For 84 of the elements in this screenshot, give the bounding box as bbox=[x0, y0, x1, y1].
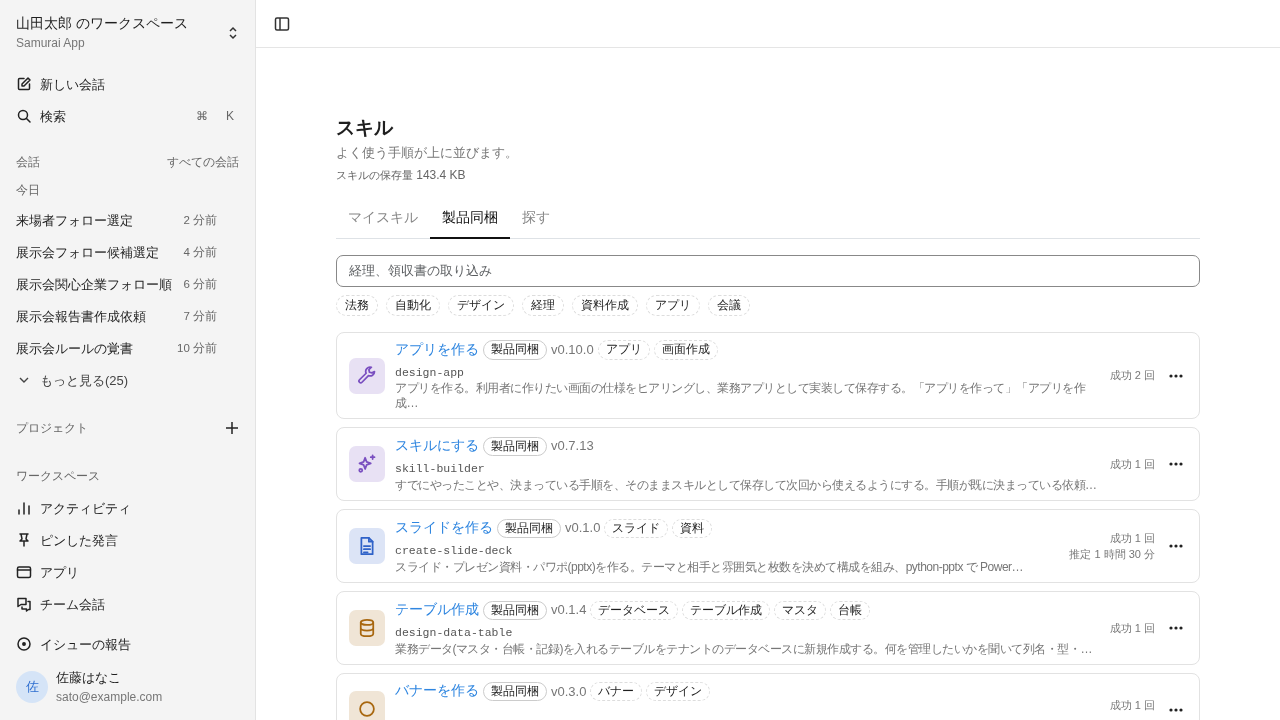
tab[interactable]: 製品同梱 bbox=[430, 200, 510, 239]
chat-bubbles-icon bbox=[16, 596, 32, 613]
pin-icon bbox=[16, 532, 32, 549]
skill-title[interactable]: バナーを作る bbox=[395, 681, 479, 702]
user-email: sato@example.com bbox=[56, 688, 163, 706]
skill-description: すでにやったことや、決まっている手順を、そのままスキルとして保存して次回から使えるようにする。手順が既に決まっている依頼… bbox=[395, 477, 1098, 493]
page-title: スキル bbox=[336, 116, 394, 140]
skill-title[interactable]: テーブル作成 bbox=[395, 600, 479, 621]
all-chats-link[interactable]: すべての会話 bbox=[167, 153, 239, 171]
usage-stat: 成功 2 回 bbox=[1109, 368, 1155, 384]
chat-item[interactable]: 展示会関心企業フォロー順 bbox=[16, 274, 176, 294]
chat-time: 6 分前 bbox=[183, 276, 217, 292]
user-name: 佐藤はなこ bbox=[56, 669, 122, 688]
version-label: v0.1.0 bbox=[565, 519, 601, 538]
filter-chip[interactable]: アプリ bbox=[646, 294, 700, 316]
chat-time: 10 分前 bbox=[177, 340, 217, 356]
skill-id: create-slide-deck bbox=[395, 543, 514, 560]
storage-value: 143.4 KB bbox=[416, 168, 466, 182]
usage-stat: 成功 1 回 bbox=[1108, 530, 1155, 546]
skill-id: skill-builder bbox=[395, 461, 486, 478]
page-subtitle: よく使う手順が上に並びます。 bbox=[336, 143, 519, 162]
filter-chip[interactable]: 法務 bbox=[336, 294, 378, 316]
search-icon bbox=[16, 108, 32, 125]
show-more-link[interactable]: もっと見る(25) bbox=[40, 370, 129, 390]
add-icon[interactable] bbox=[225, 421, 239, 436]
skill-card[interactable]: スキルにする 製品同梱 v0.7.13 skill-builder すでにやったことや、決まっている手順を、そのままスキルとして保存して次回から使えるようにする。手順が既に決まっている依頼… 成功 1 回 bbox=[336, 427, 1200, 502]
filter-chip[interactable]: 会議 bbox=[708, 294, 750, 316]
chat-item[interactable]: 展示会報告書作成依頼 bbox=[16, 306, 176, 326]
usage-stat: 成功 1 回 bbox=[1109, 698, 1155, 714]
shortcut-key: K bbox=[221, 107, 239, 126]
skill-id: design-app bbox=[395, 365, 465, 381]
version-label: v0.3.0 bbox=[551, 682, 587, 701]
edit-icon bbox=[16, 76, 32, 93]
nav-link[interactable]: チーム会話 bbox=[40, 594, 105, 614]
skill-card[interactable]: アプリを作る 製品同梱 v0.10.0 アプリ 画面作成 design-app アプリを作る。利用者に作りたい画面の仕様をヒアリングし、業務アプリとして実装して保存する。「アプリを作って」「アプリを作成… 成功 2 回 bbox=[336, 331, 1200, 420]
sidebar-toggle-icon[interactable] bbox=[274, 15, 290, 32]
filter-chip[interactable]: 資料作成 bbox=[572, 294, 638, 316]
skill-title[interactable]: アプリを作る bbox=[395, 339, 479, 360]
filter-chip[interactable]: 自動化 bbox=[386, 294, 440, 316]
skill-card[interactable]: テーブル作成 製品同梱 v0.1.4 データベース テーブル作成 マスタ 台帳 design-data-table 業務データ(マスタ・台帳・記録)を入れるテーブルをテナントのデータベースに新規作成する。何を管理したいかを聞いて列名・型・… 成功 1 回 bbox=[336, 591, 1200, 666]
section-heading: プロジェクト bbox=[16, 420, 88, 436]
workspace-subtitle: Samurai App bbox=[16, 35, 86, 53]
tab[interactable]: 探す bbox=[510, 200, 562, 239]
chat-time: 7 分前 bbox=[183, 308, 217, 324]
user-avatar: 佐 bbox=[16, 671, 48, 703]
search-field[interactable]: 経理、領収書の取り込み bbox=[336, 254, 1200, 287]
version-label: v0.1.4 bbox=[551, 601, 587, 620]
bar-chart-icon bbox=[16, 500, 32, 517]
tab[interactable]: マイスキル bbox=[336, 200, 430, 239]
group-label: 今日 bbox=[16, 182, 41, 198]
search-link[interactable]: 検索 bbox=[40, 106, 183, 126]
report-issue-link[interactable]: イシューの報告 bbox=[40, 634, 131, 654]
skill-id: design-data-table bbox=[395, 625, 514, 642]
chat-item[interactable]: 展示会フォロー候補選定 bbox=[16, 242, 176, 262]
usage-stat: 成功 1 回 bbox=[1109, 621, 1155, 636]
chat-time: 2 分前 bbox=[183, 212, 217, 228]
chat-item[interactable]: 来場者フォロー選定 bbox=[16, 210, 176, 230]
workspace-name: 山田太郎 のワークスペース bbox=[16, 15, 188, 33]
skill-title[interactable]: スライドを作る bbox=[395, 518, 493, 539]
window-icon bbox=[16, 564, 32, 581]
new-chat-link[interactable]: 新しい会話 bbox=[40, 74, 239, 94]
version-label: v0.10.0 bbox=[551, 341, 594, 360]
usage-stat: 推定 1 時間 30 分 bbox=[1069, 547, 1155, 563]
filter-chip[interactable]: 経理 bbox=[522, 294, 564, 316]
skill-card[interactable]: スライドを作る 製品同梱 v0.1.0 スライド 資料 create-slide-deck スライド・プレゼン資料・パワポ(pptx)を作る。テーマと相手と雰囲気と枚数を決めて構成を組み、python-pptx で Power… 成功 1 回 推定 1 時間 30 分 bbox=[336, 509, 1200, 584]
storage-label: スキルの保存量 bbox=[336, 169, 413, 181]
skill-card[interactable]: バナーを作る 製品同梱 v0.3.0 バナー デザイン 成功 1 回 bbox=[336, 673, 1200, 720]
skill-description: アプリを作る。利用者に作りたい画面の仕様をヒアリングし、業務アプリとして実装して保存する。「アプリを作って」「アプリを作成… bbox=[395, 381, 1087, 412]
skill-title[interactable]: スキルにする bbox=[395, 436, 479, 457]
filter-chip[interactable]: デザイン bbox=[448, 294, 514, 316]
chat-time: 4 分前 bbox=[183, 244, 217, 260]
chat-item[interactable]: 展示会ルールの覚書 bbox=[16, 338, 169, 358]
usage-stat: 成功 1 回 bbox=[1109, 457, 1155, 472]
skill-description: 業務データ(マスタ・台帳・記録)を入れるテーブルをテナントのデータベースに新規作成する。何を管理したいかを聞いて列名・型・… bbox=[395, 641, 1093, 657]
version-label: v0.7.13 bbox=[551, 437, 594, 456]
nav-link[interactable]: アプリ bbox=[40, 562, 79, 582]
section-heading: 会話 bbox=[16, 154, 40, 170]
target-circle-icon bbox=[16, 636, 32, 653]
section-heading: ワークスペース bbox=[16, 468, 101, 484]
nav-link[interactable]: ピンした発言 bbox=[40, 530, 118, 550]
nav-link[interactable]: アクティビティ bbox=[40, 498, 131, 518]
switch-workspace-icon[interactable] bbox=[227, 25, 239, 42]
skill-description: スライド・プレゼン資料・パワポ(pptx)を作る。テーマと相手と雰囲気と枚数を決めて構成を組み、python-pptx で Power… bbox=[395, 559, 1025, 575]
shortcut-key: ⌘ bbox=[191, 107, 213, 126]
